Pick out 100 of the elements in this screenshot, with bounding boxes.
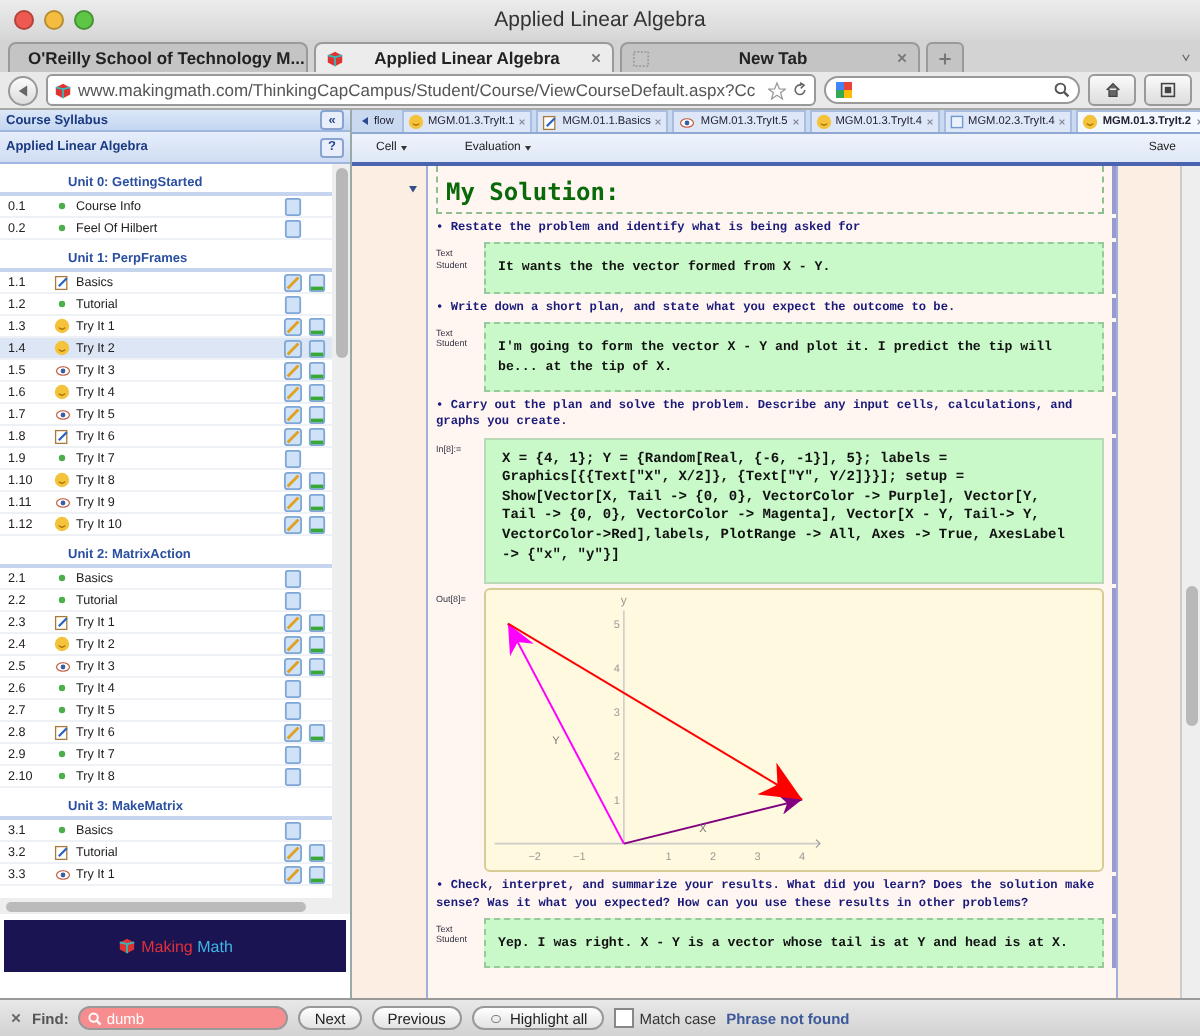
address-field[interactable]: www.makingmath.com/ThinkingCapCampus/Student/Course/ViewCourseDefault.aspx?Cc [46, 74, 816, 106]
google-logo-icon [834, 80, 854, 100]
eye-icon [53, 659, 71, 673]
dot-icon [58, 706, 66, 714]
dot-icon [58, 224, 66, 232]
edit-note-icon [284, 635, 302, 653]
close-icon [896, 52, 908, 64]
edit-note-icon [284, 723, 302, 741]
eye-icon [53, 867, 71, 881]
window-icon [1158, 82, 1178, 98]
close-icon [926, 118, 935, 126]
close-icon [518, 118, 527, 126]
search-icon [1054, 82, 1070, 98]
document-icon [308, 339, 326, 357]
edit-note-icon [284, 427, 302, 445]
document-icon [308, 865, 326, 883]
edit-note-icon [284, 383, 302, 401]
page-pencil-icon [54, 723, 70, 741]
edit-note-icon [284, 317, 302, 335]
page-pencil-icon [54, 613, 70, 631]
dot-icon [58, 202, 66, 210]
edit-note-icon [284, 613, 302, 631]
smiley-icon [54, 636, 70, 652]
dot-icon [58, 826, 66, 834]
logo-text: Making Math [141, 937, 233, 955]
close-icon [590, 52, 602, 64]
edit-note-icon [284, 273, 302, 291]
smiley-icon [815, 114, 832, 130]
edit-note-icon [284, 515, 302, 533]
dot-icon [58, 772, 66, 780]
page-pencil-icon [54, 843, 70, 861]
smiley-icon [407, 114, 424, 130]
search-icon [88, 1011, 103, 1025]
document-icon [308, 493, 326, 511]
edit-note-icon [284, 843, 302, 861]
new-tab-button[interactable] [926, 42, 964, 72]
dot-icon [58, 596, 66, 604]
document-icon [308, 405, 326, 423]
arrow-left-icon [360, 116, 370, 126]
reload-icon [792, 82, 808, 98]
cube-logo-icon [54, 81, 72, 99]
smiley-icon [54, 516, 70, 532]
edit-note-icon [284, 339, 302, 357]
document-icon [308, 613, 326, 631]
dot-icon [58, 750, 66, 758]
checkbox[interactable] [613, 1008, 634, 1028]
browser-tab[interactable]: O'Reilly School of Technology M... [8, 42, 308, 72]
document-icon [308, 273, 326, 291]
edit-note-icon [284, 493, 302, 511]
plus-icon [938, 51, 952, 65]
document-icon [308, 843, 326, 861]
window-title: Applied Linear Algebra [492, 8, 708, 32]
home-button[interactable] [1088, 74, 1136, 106]
document-icon [308, 427, 326, 445]
edit-note-icon [284, 405, 302, 423]
page-pencil-icon [54, 427, 70, 445]
eye-icon [53, 407, 71, 421]
blank-page-icon [632, 49, 650, 67]
edit-note-icon [284, 361, 302, 379]
back-arrow-icon [16, 83, 30, 97]
cube-logo-icon [117, 936, 136, 956]
caret-icon [400, 145, 409, 151]
close-icon [791, 118, 800, 126]
edit-note-icon [284, 471, 302, 489]
document-icon [308, 657, 326, 675]
search-field[interactable] [824, 76, 1080, 104]
document-icon [950, 114, 965, 130]
browser-tab[interactable]: New Tab [620, 42, 920, 72]
bookmarks-button[interactable] [1144, 74, 1192, 106]
collapse-triangle-icon [408, 186, 418, 194]
close-icon [1058, 118, 1067, 126]
dot-icon [58, 300, 66, 308]
document-icon [308, 723, 326, 741]
oval-icon [487, 1013, 504, 1023]
section-heading: My Solution: [436, 166, 1104, 214]
eye-icon [53, 363, 71, 377]
edit-note-icon [284, 865, 302, 883]
document-icon [308, 361, 326, 379]
document-icon [308, 317, 326, 335]
smiley-icon [54, 318, 70, 334]
close-icon [654, 118, 663, 126]
star-icon [768, 81, 786, 99]
page-pencil-icon [542, 113, 559, 131]
smiley-icon [54, 340, 70, 356]
close-icon [10, 1012, 22, 1024]
document-icon [308, 635, 326, 653]
dot-icon [58, 684, 66, 692]
dot-icon [58, 574, 66, 582]
back-button[interactable] [8, 75, 38, 105]
chevron-down-icon [1180, 54, 1192, 62]
eye-icon [53, 495, 71, 509]
document-icon [308, 471, 326, 489]
document-icon [284, 821, 302, 839]
smiley-icon [54, 384, 70, 400]
dot-icon [58, 454, 66, 462]
document-icon [284, 295, 302, 313]
home-icon [1103, 82, 1121, 98]
document-icon [284, 449, 302, 467]
browser-tab[interactable]: Applied Linear Algebra [314, 42, 614, 72]
document-icon [308, 383, 326, 401]
